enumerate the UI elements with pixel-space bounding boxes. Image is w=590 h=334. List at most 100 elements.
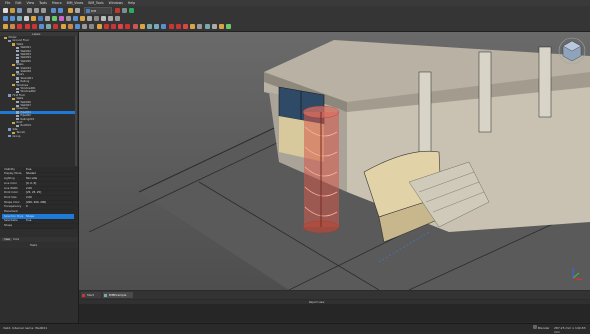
property-name: Point Color — [4, 191, 19, 195]
bim-tool-14-icon[interactable] — [96, 24, 102, 29]
bim-tool-19-icon[interactable] — [132, 24, 138, 29]
model-tree[interactable]: Model Ground Floor Walls Wall001 Wall002 Wall… — [0, 36, 78, 138]
tab-data[interactable]: Data — [13, 238, 19, 241]
bim-tool-15-icon[interactable] — [103, 24, 109, 29]
bim-tool-24-icon[interactable] — [168, 24, 174, 29]
bim-tool-10-icon[interactable] — [67, 24, 73, 29]
menu-item-windows[interactable]: Windows — [109, 1, 123, 5]
bim-tool-29-icon[interactable] — [204, 24, 210, 29]
menu-item-view[interactable]: View — [27, 1, 35, 5]
save-icon[interactable] — [17, 7, 22, 13]
macro-stop-icon[interactable] — [122, 7, 127, 13]
view-tool-8-icon[interactable] — [52, 15, 57, 21]
bim-tool-17-icon[interactable] — [118, 24, 124, 29]
bim-tool-1-icon[interactable] — [3, 24, 8, 29]
view-tool-11-icon[interactable] — [73, 15, 78, 21]
paste-icon[interactable] — [41, 7, 46, 13]
view-tool-5-icon[interactable] — [31, 15, 36, 21]
view-tool-15-icon[interactable] — [101, 15, 106, 21]
property-value[interactable]: Shaded — [26, 172, 36, 175]
property-name: Selectable — [4, 219, 18, 223]
redo-icon[interactable] — [58, 7, 63, 13]
view-tool-3-icon[interactable] — [17, 15, 22, 21]
navigation-style[interactable]: Blender — [538, 326, 550, 330]
navigation-style-icon[interactable] — [533, 325, 537, 329]
property-value[interactable]: 2.00 — [26, 196, 32, 199]
menu-item-tools[interactable]: Tools — [39, 1, 47, 5]
property-value[interactable]: [25, 25, 25] — [26, 191, 41, 194]
bim-tool-28-icon[interactable] — [197, 24, 203, 29]
view-tool-12-icon[interactable] — [80, 15, 85, 21]
property-value[interactable]: 2.00 — [26, 187, 32, 190]
bim-tool-30-icon[interactable] — [211, 24, 217, 29]
bim-tool-11-icon[interactable] — [75, 24, 80, 29]
macro-play-icon[interactable] — [129, 7, 134, 13]
navigation-cube[interactable] — [557, 36, 587, 66]
copy-icon[interactable] — [34, 7, 39, 13]
view-tool-10-icon[interactable] — [66, 15, 71, 21]
menu-item-bim-views[interactable]: BIM_Views — [67, 1, 84, 5]
menu-item-bim-tools[interactable]: BIM_Tools — [88, 1, 103, 5]
3d-viewport[interactable] — [79, 32, 590, 290]
bim-tool-9-icon[interactable] — [60, 24, 66, 29]
bim-tool-2-icon[interactable] — [10, 24, 16, 29]
property-value[interactable]: Shape — [26, 215, 34, 218]
undo-icon[interactable] — [51, 7, 56, 13]
view-tool-14-icon[interactable] — [94, 15, 99, 21]
cut-icon[interactable] — [27, 7, 32, 13]
property-row[interactable]: Shape — [2, 223, 74, 229]
bim-tool-13-icon[interactable] — [89, 24, 95, 29]
bim-tool-23-icon[interactable] — [161, 24, 167, 29]
menu-item-macro[interactable]: Macro — [52, 1, 62, 5]
property-value[interactable]: 0 — [26, 205, 28, 208]
bim-tool-22-icon[interactable] — [154, 24, 160, 29]
view-tool-16-icon[interactable] — [108, 15, 113, 21]
view-tool-2-icon[interactable] — [10, 15, 15, 21]
bim-tool-26-icon[interactable] — [183, 24, 188, 29]
new-document-icon[interactable] — [3, 7, 8, 13]
view-tool-1-icon[interactable] — [3, 15, 8, 21]
bim-tool-21-icon[interactable] — [147, 24, 152, 29]
bim-tool-27-icon[interactable] — [190, 24, 196, 29]
property-value[interactable]: true — [26, 219, 31, 222]
bim-tool-20-icon[interactable] — [139, 24, 145, 29]
report-view-header: Report view — [79, 300, 590, 304]
pointer-icon[interactable] — [75, 7, 80, 13]
view-tool-9-icon[interactable] — [59, 15, 64, 21]
menu-item-edit[interactable]: Edit — [15, 1, 21, 5]
bim-tool-5-icon[interactable] — [31, 24, 37, 29]
bim-tool-4-icon[interactable] — [24, 24, 30, 29]
tab-start[interactable]: Start — [81, 292, 101, 298]
open-folder-icon[interactable] — [10, 7, 15, 13]
bim-tool-18-icon[interactable] — [125, 24, 131, 29]
bim-tool-12-icon[interactable] — [82, 24, 88, 29]
view-tool-4-icon[interactable] — [24, 15, 29, 21]
spiral-staircase-selected[interactable] — [302, 105, 340, 234]
view-tool-6-icon[interactable] — [38, 15, 43, 21]
bim-tool-7-icon[interactable] — [46, 24, 52, 29]
bim-tool-16-icon[interactable] — [111, 24, 116, 29]
tree-scrollbar[interactable] — [75, 36, 77, 166]
view-tool-7-icon[interactable] — [45, 15, 50, 21]
menu-item-file[interactable]: File — [5, 1, 10, 5]
property-value[interactable]: [200, 200, 200] — [26, 201, 46, 204]
property-value[interactable]: [0, 0, 0] — [26, 182, 36, 185]
macro-record-icon[interactable] — [115, 7, 120, 13]
property-editor[interactable]: Visibility true Display Mode Shaded Lighting… — [0, 167, 78, 229]
view-tool-17-icon[interactable] — [115, 15, 120, 21]
tree-item[interactable]: Group — [0, 135, 76, 138]
property-value[interactable]: Two side — [26, 177, 37, 180]
bim-tool-25-icon[interactable] — [175, 24, 181, 29]
bim-tool-31-icon[interactable] — [219, 24, 224, 29]
bim-tool-3-icon[interactable] — [17, 24, 23, 29]
bim-tool-32-icon[interactable] — [226, 24, 232, 29]
tab-bimexample[interactable]: BIMExample — [103, 292, 133, 298]
tab-view[interactable]: View — [2, 238, 13, 241]
property-value[interactable]: true — [26, 168, 31, 171]
refresh-icon[interactable] — [68, 7, 73, 13]
menu-item-help[interactable]: Help — [128, 1, 135, 5]
report-view[interactable]: Report view — [79, 300, 590, 322]
bim-tool-6-icon[interactable] — [39, 24, 44, 29]
bim-tool-8-icon[interactable] — [53, 24, 59, 29]
view-tool-13-icon[interactable] — [87, 15, 92, 21]
